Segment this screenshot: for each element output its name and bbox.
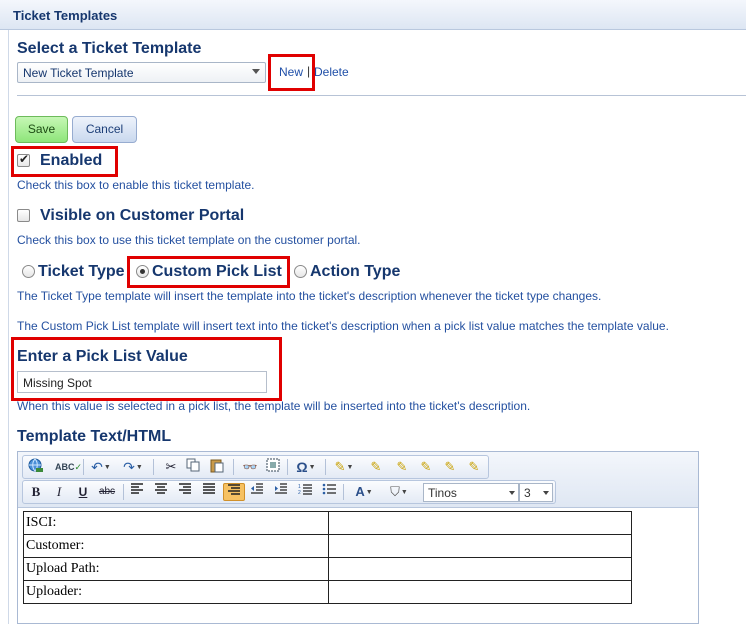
undo-icon[interactable]: ↶▼ <box>89 458 113 476</box>
table-cell-label[interactable]: Customer: <box>23 534 329 558</box>
table-cell-label[interactable]: Uploader: <box>23 580 329 604</box>
toolbar-separator <box>325 459 326 475</box>
pick-list-help-text: The Custom Pick List template will inser… <box>17 319 669 333</box>
bullet-list-icon[interactable] <box>321 483 337 501</box>
radio-action-type[interactable] <box>294 265 307 278</box>
template-select[interactable]: New Ticket Template <box>17 62 266 83</box>
align-left-icon[interactable] <box>129 483 145 501</box>
cut-icon[interactable]: ✂ <box>163 458 179 476</box>
radio-custom-pick-list-label: Custom Pick List <box>152 263 282 280</box>
paste-word-icon[interactable]: ✎ <box>393 458 411 476</box>
font-family-select[interactable]: Tinos <box>423 483 519 502</box>
special-char-icon[interactable]: Ω▼ <box>293 458 319 476</box>
enabled-help-text: Check this box to enable this ticket tem… <box>17 178 255 192</box>
table-cell-value[interactable] <box>328 580 632 604</box>
highlight-icon[interactable]: ⛉▼ <box>383 483 415 501</box>
table-cell-value[interactable] <box>328 511 632 535</box>
font-size-value: 3 <box>524 486 531 500</box>
find-icon[interactable]: 👓 <box>241 458 259 476</box>
pick-list-value-help-text: When this value is selected in a pick li… <box>17 399 531 413</box>
justify-icon[interactable] <box>201 483 217 501</box>
align-right-icon[interactable] <box>177 483 193 501</box>
pick-list-heading: Enter a Pick List Value <box>17 348 188 365</box>
radio-action-type-label: Action Type <box>310 263 401 280</box>
chevron-down-icon <box>252 69 260 74</box>
toolbar-separator <box>153 459 154 475</box>
redo-icon[interactable]: ↷▼ <box>121 458 145 476</box>
font-family-value: Tinos <box>428 486 457 500</box>
clean-html-icon[interactable]: ✎ <box>441 458 459 476</box>
table-row: Customer: <box>23 534 632 558</box>
align-center-icon[interactable] <box>153 483 169 501</box>
editor-toolbar-row-2: B I U abc 12 A▼ ⛉▼ Tinos 3 <box>22 480 556 504</box>
ticket-type-help-text: The Ticket Type template will insert the… <box>17 289 602 303</box>
table-row: Uploader: <box>23 580 632 604</box>
pick-list-value-input[interactable]: Missing Spot <box>17 371 267 393</box>
font-color-icon[interactable]: A▼ <box>349 483 379 501</box>
radio-ticket-type-label: Ticket Type <box>38 263 125 280</box>
spellcheck-icon[interactable]: ABC✓ <box>55 458 82 476</box>
cancel-button[interactable]: Cancel <box>72 116 137 143</box>
chevron-down-icon <box>543 491 549 495</box>
font-size-select[interactable]: 3 <box>519 483 553 502</box>
customer-portal-help-text: Check this box to use this ticket templa… <box>17 233 361 247</box>
enabled-checkbox[interactable] <box>17 152 30 167</box>
save-button[interactable]: Save <box>15 116 68 143</box>
radio-ticket-type[interactable] <box>22 265 35 278</box>
template-select-value: New Ticket Template <box>23 66 134 80</box>
toolbar-separator <box>287 459 288 475</box>
enabled-label: Enabled <box>40 152 103 169</box>
toolbar-separator <box>123 484 124 500</box>
strikethrough-icon[interactable]: abc <box>97 483 117 501</box>
style-brush-icon[interactable]: ✎▼ <box>331 458 357 476</box>
outdent-icon[interactable] <box>249 483 265 501</box>
indent-icon[interactable] <box>273 483 289 501</box>
select-template-heading: Select a Ticket Template <box>17 40 202 57</box>
editor-toolbar-row-1: ABC✓ ↶▼ ↷▼ ✂ 👓 Ω▼ ✎▼ ✎ ✎ ✎ ✎ ✎ <box>22 455 489 479</box>
svg-text:2: 2 <box>298 490 301 495</box>
rtl-icon[interactable] <box>223 483 245 501</box>
paste-text-icon[interactable]: ✎ <box>367 458 385 476</box>
toolbar-separator <box>233 459 234 475</box>
underline-icon[interactable]: U <box>76 483 90 501</box>
table-cell-value[interactable] <box>328 534 632 558</box>
radio-custom-pick-list[interactable] <box>136 265 149 278</box>
template-text-heading: Template Text/HTML <box>17 428 172 445</box>
toolbar-separator <box>83 459 84 475</box>
customer-portal-label: Visible on Customer Portal <box>40 207 245 224</box>
link-separator: | <box>307 64 311 78</box>
panel-title: Ticket Templates <box>13 8 118 23</box>
table-row: ISCI: <box>23 511 632 535</box>
bold-icon[interactable]: B <box>29 483 43 501</box>
table-cell-label[interactable]: ISCI: <box>23 511 329 535</box>
new-link[interactable]: New <box>279 65 303 79</box>
copy-icon[interactable] <box>185 458 201 476</box>
delete-link[interactable]: Delete <box>314 65 349 79</box>
panel-left-border <box>8 30 9 624</box>
paste-html-icon[interactable]: ✎ <box>417 458 435 476</box>
numbered-list-icon[interactable]: 12 <box>297 483 313 501</box>
cleanup-icon[interactable]: ✎ <box>465 458 483 476</box>
chevron-down-icon <box>509 491 515 495</box>
toolbar-separator <box>343 484 344 500</box>
table-row: Upload Path: <box>23 557 632 581</box>
section-divider <box>17 95 746 96</box>
italic-icon[interactable]: I <box>52 483 66 501</box>
link-globe-icon[interactable] <box>27 458 45 476</box>
customer-portal-checkbox[interactable] <box>17 209 30 222</box>
template-content-table[interactable]: ISCI: Customer: Upload Path: Uploader: <box>23 511 632 604</box>
paste-icon[interactable] <box>209 458 225 476</box>
table-cell-value[interactable] <box>328 557 632 581</box>
select-all-icon[interactable] <box>265 458 281 476</box>
table-cell-label[interactable]: Upload Path: <box>23 557 329 581</box>
